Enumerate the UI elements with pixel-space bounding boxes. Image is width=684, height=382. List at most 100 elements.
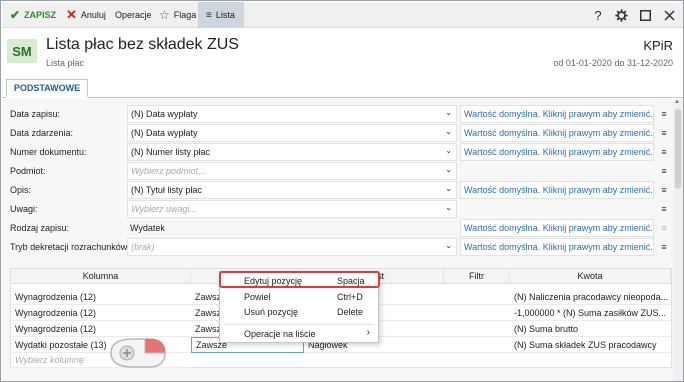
close-button[interactable]	[658, 2, 680, 28]
help-button[interactable]: ?	[587, 2, 609, 28]
scrollbar-thumb[interactable]	[675, 109, 681, 189]
menu-lines-icon[interactable]: ≡	[657, 105, 671, 123]
field-label: Rodzaj zapisu:	[10, 223, 70, 233]
company-label: KPiR	[643, 38, 673, 53]
vertical-scrollbar[interactable]: ▲	[673, 99, 683, 381]
default-value-hint[interactable]: Wartość domyślna. Kliknij prawym aby zmi…	[460, 124, 654, 142]
menu-lines-icon[interactable]: ≡	[657, 162, 671, 180]
menu-lines-icon[interactable]: ≡	[657, 143, 671, 161]
menu-item-label: Powiel	[244, 292, 271, 302]
menu-item-label: Operacje na liście	[244, 329, 316, 339]
cancel-button[interactable]: ✕ Anuluj	[62, 2, 110, 28]
menu-lines-icon[interactable]: ≡	[657, 238, 671, 256]
tryb-dekretacji-select[interactable]: (brak) ⌄	[127, 238, 457, 256]
field-value: (N) Data wypłaty	[131, 109, 198, 119]
maximize-button[interactable]	[634, 2, 656, 28]
data-zapisu-select[interactable]: (N) Data wypłaty ⌄	[127, 105, 457, 123]
rodzaj-zapisu-value: Wydatek	[127, 219, 457, 237]
maximize-icon	[639, 9, 651, 21]
chevron-right-icon: ›	[366, 327, 370, 338]
cell-filtr[interactable]	[444, 305, 510, 321]
field-label: Tryb dekretacji rozrachunków:	[10, 242, 130, 252]
default-value-hint[interactable]: Wartość domyślna. Kliknij prawym aby zmi…	[460, 219, 654, 237]
form-row-podmiot: Podmiot: Wybierz podmiot... ⌄ ≡	[2, 162, 683, 180]
default-value-hint[interactable]: Wartość domyślna. Kliknij prawym aby zmi…	[460, 143, 654, 161]
cell-kwota[interactable]: (N) Naliczenia pracodawcy nieopoda...	[510, 289, 671, 305]
operations-button[interactable]: Operacje	[111, 2, 156, 28]
default-value-hint[interactable]: Wartość domyślna. Kliknij prawym aby zmi…	[460, 181, 654, 199]
form-row-rodzaj-zapisu: Rodzaj zapisu: Wydatek Wartość domyślna.…	[2, 219, 683, 237]
default-value-hint[interactable]: Wartość domyślna. Kliknij prawym aby zmi…	[460, 238, 654, 256]
toolbar: ✔ ZAPISZ ✕ Anuluj Operacje ☆ Flaga ≡ Lis…	[2, 2, 683, 28]
field-label: Data zdarzenia:	[10, 128, 74, 138]
cell-filtr[interactable]	[444, 321, 510, 337]
cancel-label: Anuluj	[80, 10, 106, 20]
field-placeholder: (brak)	[131, 242, 155, 252]
menu-item-label: Usuń pozycję	[244, 307, 299, 317]
cell-kwota[interactable]: (N) Suma składek ZUS pracodawcy	[510, 337, 671, 353]
form-row-numer-dokumentu: Numer dokumentu: (N) Numer listy płac ⌄ W…	[2, 143, 683, 161]
cell-filtr[interactable]	[444, 289, 510, 305]
page-subtitle: Lista płac	[46, 58, 85, 68]
save-label: ZAPISZ	[24, 10, 57, 20]
chevron-down-icon: ⌄	[445, 127, 452, 136]
field-label: Uwagi:	[10, 204, 38, 214]
period-label: od 01-01-2020 do 31-12-2020	[553, 58, 673, 68]
field-label: Opis:	[10, 185, 32, 195]
field-value: (N) Numer listy płac	[131, 147, 211, 157]
menu-lines-icon[interactable]: ≡	[657, 219, 671, 237]
menu-lines-icon[interactable]: ≡	[657, 200, 671, 218]
chevron-down-icon: ⌄	[445, 146, 452, 155]
menu-lines-icon: ≡	[206, 9, 212, 21]
chevron-down-icon: ⌄	[445, 241, 452, 250]
window: ✔ ZAPISZ ✕ Anuluj Operacje ☆ Flaga ≡ Lis…	[0, 0, 684, 382]
flag-button[interactable]: ☆ Flaga	[155, 2, 200, 28]
menu-separator	[224, 324, 374, 325]
column-header-filtr[interactable]: Filtr	[444, 269, 510, 284]
field-label: Podmiot:	[10, 166, 46, 176]
uwagi-select[interactable]: Wybierz uwagi... ⌄	[127, 200, 457, 218]
checkmark-icon: ✔	[10, 8, 21, 22]
save-button[interactable]: ✔ ZAPISZ	[6, 2, 60, 28]
form-row-opis: Opis: (N) Tytuł listy płac ⌄ Wartość domy…	[2, 181, 683, 199]
menu-item-duplicate[interactable]: Powiel Ctrl+D	[220, 290, 378, 305]
opis-select[interactable]: (N) Tytuł listy płac ⌄	[127, 181, 457, 199]
form-row-uwagi: Uwagi: Wybierz uwagi... ⌄ ≡	[2, 200, 683, 218]
menu-item-shortcut: Delete	[337, 307, 364, 317]
cell-kwota[interactable]: (N) Suma brutto	[510, 321, 671, 337]
column-header-kwota[interactable]: Kwota	[510, 269, 671, 284]
column-header-kolumna[interactable]: Kolumna	[11, 269, 191, 284]
menu-lines-icon[interactable]: ≡	[657, 181, 671, 199]
field-label: Numer dokumentu:	[10, 147, 87, 157]
menu-item-shortcut: Ctrl+D	[337, 292, 363, 302]
field-label: Data zapisu:	[10, 109, 61, 119]
mouse-right-click-icon	[110, 338, 166, 368]
field-value: (N) Tytuł listy płac	[131, 185, 202, 195]
close-icon	[663, 9, 675, 21]
menu-lines-icon[interactable]: ≡	[657, 124, 671, 142]
data-zdarzenia-select[interactable]: (N) Data wypłaty ⌄	[127, 124, 457, 142]
list-button[interactable]: ≡ Lista	[198, 2, 244, 28]
default-value-hint[interactable]: Wartość domyślna. Kliknij prawym aby zmi…	[460, 105, 654, 123]
cell-kwota[interactable]: -1,000000 * (N) Suma zasiłków ZUS...	[510, 305, 671, 321]
cell-kolumna[interactable]: Wynagrodzenia (12)	[11, 305, 191, 321]
help-label: ?	[594, 7, 602, 23]
highlight-frame	[219, 271, 380, 288]
cell-filtr[interactable]	[444, 337, 510, 353]
cell-kolumna[interactable]: Wynagrodzenia (12)	[11, 289, 191, 305]
menu-item-delete[interactable]: Usuń pozycję Delete	[220, 305, 378, 320]
menu-item-list-operations[interactable]: Operacje na liście ›	[220, 327, 378, 342]
settings-button[interactable]	[610, 2, 632, 28]
field-value: Wydatek	[130, 223, 165, 233]
chevron-down-icon: ⌄	[445, 108, 452, 117]
document-type-badge: SM	[7, 39, 37, 63]
close-x-icon: ✕	[66, 7, 77, 22]
cell-kolumna[interactable]: Wynagrodzenia (12)	[11, 321, 191, 337]
numer-dokumentu-select[interactable]: (N) Numer listy płac ⌄	[127, 143, 457, 161]
field-value: (N) Data wypłaty	[131, 128, 198, 138]
scroll-up-arrow-icon[interactable]: ▲	[674, 99, 680, 105]
podmiot-select[interactable]: Wybierz podmiot... ⌄	[127, 162, 457, 180]
chevron-down-icon: ⌄	[445, 165, 452, 174]
tab-podstawowe[interactable]: PODSTAWOWE	[6, 79, 88, 98]
flag-label: Flaga	[173, 10, 197, 20]
